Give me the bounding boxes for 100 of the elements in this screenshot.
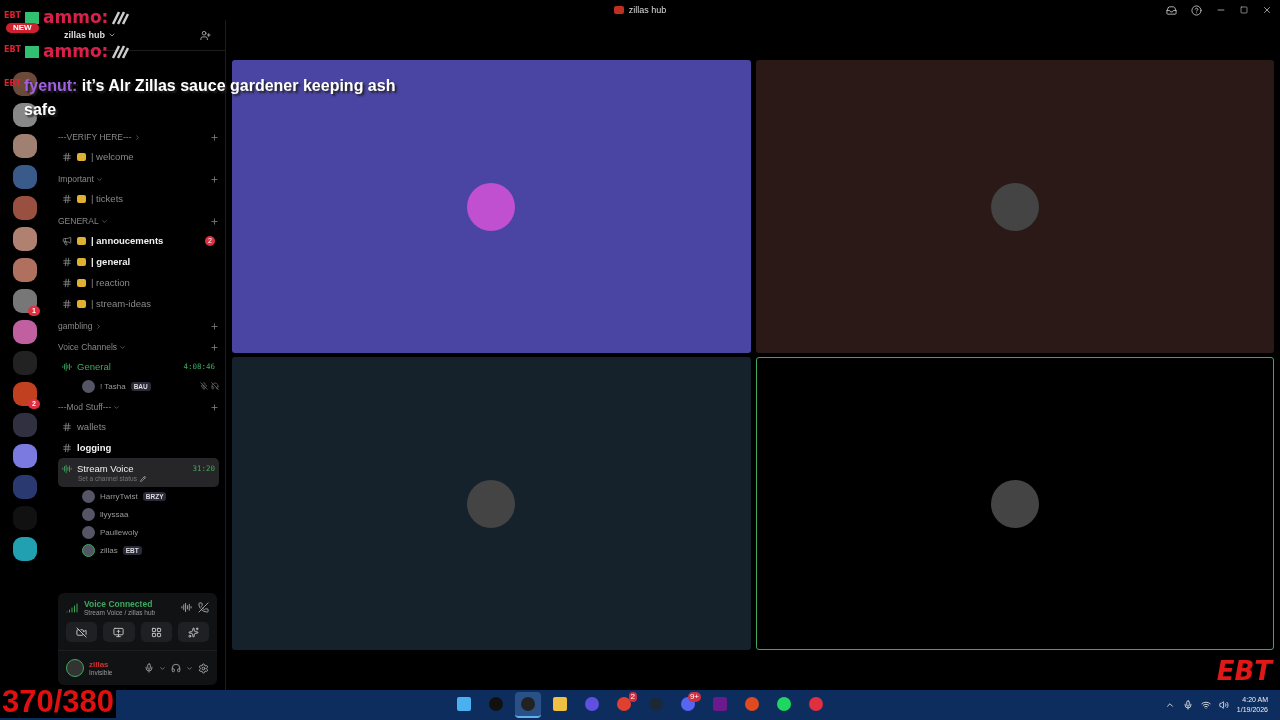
screen-share-button[interactable] [103,622,135,642]
caret-icon[interactable] [159,664,166,672]
category-header[interactable]: ---VERIFY HERE--- [58,132,141,142]
category-header[interactable]: gambling [58,321,102,331]
member-name[interactable]: Paullewoly [100,527,139,537]
slashes-emote-icon [111,45,130,59]
video-tile[interactable] [755,60,1274,353]
channel-item[interactable]: | reaction [58,272,219,293]
member-name[interactable]: zillas [100,545,118,555]
add-user-icon[interactable] [200,29,211,41]
sparkles-icon [187,626,199,638]
voice-channel-icon [62,361,72,372]
caret-icon[interactable] [186,664,193,672]
microphone-icon[interactable] [1182,700,1193,710]
add-channel-icon[interactable] [210,132,219,142]
chat-author: ammo: [43,6,109,28]
rank-label: EBT [4,79,22,88]
mic-off-icon [200,382,208,390]
member-name[interactable]: ! Tasha [100,381,126,391]
server-icon[interactable] [13,537,37,561]
signal-icon [66,601,78,614]
caret-icon [119,343,127,351]
add-channel-icon[interactable] [210,402,219,412]
window-title: zillas hub [628,5,667,15]
hash-icon [62,298,72,309]
video-tile[interactable] [755,357,1274,650]
hash-icon [62,442,72,453]
chat-author: ammo: [43,40,109,62]
megaphone-icon [62,235,72,246]
add-channel-icon[interactable] [210,174,219,184]
counter-text: 370/380 [0,686,117,718]
slashes-emote-icon [111,11,130,25]
sound-wave-icon[interactable] [181,602,192,613]
microphone-icon[interactable] [144,663,154,673]
channel-item[interactable]: | tickets [58,188,219,209]
help-icon[interactable] [1191,4,1202,16]
category-header[interactable]: Voice Channels [58,342,127,352]
member-name[interactable]: llyyssaa [100,509,129,519]
notification-badge: 9+ [687,692,701,702]
camera-off-button[interactable] [66,622,98,642]
headphones-off-icon [211,382,219,390]
disconnect-icon[interactable] [198,602,209,613]
inbox-icon[interactable] [1166,4,1177,16]
pencil-icon[interactable] [139,475,146,482]
server-name[interactable]: zillas hub [64,30,116,40]
category-header[interactable]: ---Mod Stuff--- [58,402,121,412]
caret-icon [133,133,141,141]
hash-icon [62,421,72,432]
channel-item[interactable]: | general [58,251,219,272]
taskbar-app[interactable] [515,692,541,718]
user-name: zillas [89,660,110,669]
camera-off-icon [76,626,88,638]
caret-icon [100,217,108,225]
taskbar-app[interactable]: 2 [611,692,637,718]
caret-icon [94,322,102,330]
new-badge: NEW [6,23,39,33]
hash-icon [62,193,72,204]
activities-button[interactable] [140,622,172,642]
maximize-icon[interactable] [1240,6,1248,14]
channel-item[interactable]: | welcome [58,146,219,167]
emoji-icon [77,299,86,308]
notification-badge: 2 [628,692,637,702]
channel-item[interactable]: logging [58,437,219,458]
screen-share-icon [113,626,125,638]
category-header[interactable]: GENERAL [58,216,108,226]
logo-text: EBT [1216,656,1272,686]
user-avatar[interactable] [66,659,84,677]
emoji-icon [77,194,86,203]
voice-status: Voice Connected [84,599,154,609]
member-name[interactable]: HarryTwist [100,491,138,501]
grid-icon [150,626,162,638]
soundboard-button[interactable] [177,622,209,642]
channel-item[interactable]: | stream-ideas [58,293,219,314]
server-icon[interactable] [13,227,37,251]
emoji-icon [77,278,86,287]
settings-icon[interactable] [198,662,209,674]
close-icon[interactable] [1262,5,1272,15]
tray-expand-icon[interactable] [1164,700,1175,710]
emoji-icon [77,257,86,266]
volume-icon[interactable] [1218,700,1229,710]
rank-label: EBT [4,45,22,54]
emoji-icon [77,152,86,161]
hash-icon [62,151,72,162]
server-logo-icon [613,6,624,14]
headphones-icon[interactable] [171,663,181,673]
caret-icon [113,403,121,411]
video-tile[interactable] [232,357,751,650]
video-tile[interactable] [232,60,751,353]
add-channel-icon[interactable] [210,342,219,352]
taskbar-app[interactable]: 9+ [675,692,701,718]
add-channel-icon[interactable] [210,321,219,331]
voice-channel-icon [62,463,72,474]
category-header[interactable]: Important [58,174,103,184]
channel-item[interactable]: wallets [58,416,219,437]
caret-icon [108,31,116,39]
caret-icon [95,175,103,183]
emoji-icon [77,236,86,245]
wifi-icon[interactable] [1200,700,1211,710]
add-channel-icon[interactable] [210,216,219,226]
hash-icon [62,256,72,267]
